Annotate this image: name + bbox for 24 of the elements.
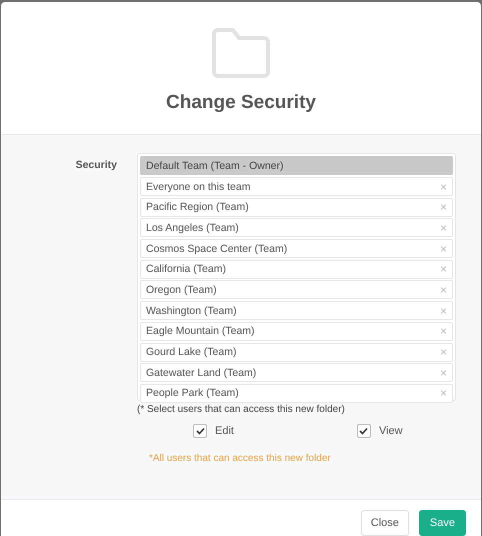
team-item[interactable]: Cosmos Space Center (Team) ×: [140, 239, 453, 258]
team-item[interactable]: California (Team) ×: [140, 260, 453, 279]
checkbox-label: View: [378, 425, 403, 438]
team-item[interactable]: Washington (Team) ×: [140, 301, 453, 320]
team-item[interactable]: Los Angeles (Team) ×: [140, 218, 453, 238]
close-button[interactable]: Close: [360, 510, 409, 536]
dialog-title: Change Security: [166, 92, 316, 114]
team-item[interactable]: Gatewater Land (Team) ×: [140, 363, 453, 382]
checkbox[interactable]: [356, 424, 371, 438]
field-label: Security: [74, 158, 118, 174]
team-item[interactable]: Gourd Lake (Team) ×: [140, 342, 453, 362]
team-item[interactable]: People Park (Team) ×: [140, 384, 453, 403]
team-item[interactable]: Eagle Mountain (Team) ×: [140, 322, 453, 341]
note-text: *All users that can access this new folder: [148, 453, 332, 464]
checkbox-label: Edit: [215, 425, 234, 438]
checkbox[interactable]: [193, 424, 207, 438]
team-item[interactable]: Oregon (Team) ×: [140, 280, 453, 300]
folder-icon: [211, 28, 271, 78]
team-item[interactable]: Pacific Region (Team) ×: [140, 198, 453, 217]
check-icon: [359, 427, 368, 436]
hint-text: (* Select users that can access this new folder): [137, 404, 346, 416]
team-item[interactable]: Everyone on this team ×: [140, 177, 453, 196]
team-item[interactable]: Default Team (Team - Owner): [140, 156, 453, 176]
check-icon: [196, 427, 204, 436]
